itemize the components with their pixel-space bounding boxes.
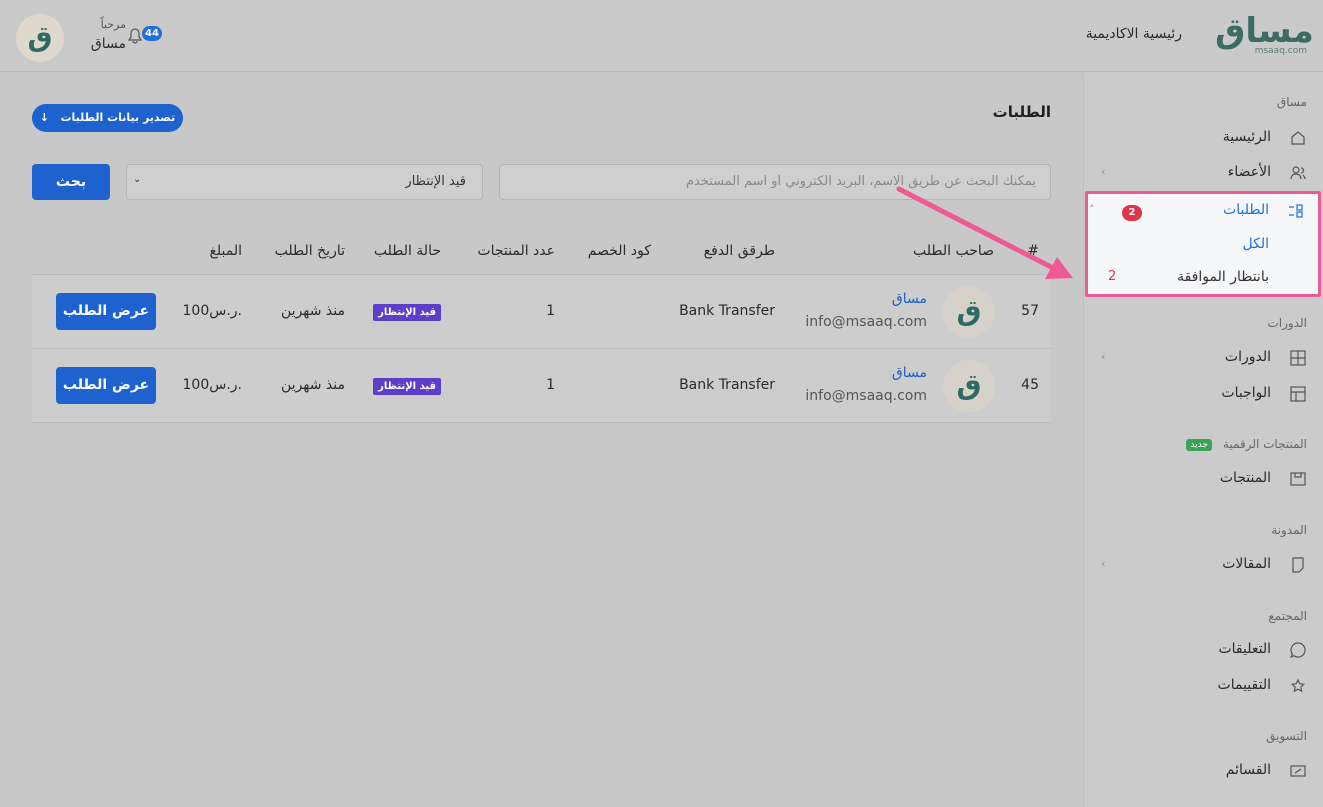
- sidebar-item-comments[interactable]: التعليقات: [1097, 636, 1307, 666]
- coupon-icon: [1289, 763, 1307, 781]
- list-icon: [1287, 203, 1305, 221]
- order-date: منذ شهرين: [281, 377, 345, 393]
- avatar[interactable]: ق: [16, 14, 64, 62]
- customer-name-link[interactable]: مساق: [892, 291, 927, 307]
- search-button[interactable]: بحث: [32, 164, 110, 200]
- status-select-value: قيد الإنتظار: [405, 174, 466, 189]
- customer-email: info@msaaq.com: [805, 388, 927, 404]
- sidebar-item-label: الواجبات: [1221, 385, 1271, 401]
- column-header-coupon: كود الخصم: [587, 243, 651, 259]
- column-header-amount: المبلغ: [209, 243, 242, 259]
- bell-icon: [127, 28, 143, 48]
- box-icon: [1289, 471, 1307, 489]
- orders-menu-highlight: الطلبات ˄ 2 الكل بانتظار الموافقة 2: [1085, 191, 1321, 297]
- users-icon: [1289, 165, 1307, 183]
- sidebar-item-coupons[interactable]: القسائم: [1097, 757, 1307, 787]
- status-badge: قيد الإنتظار: [373, 304, 441, 321]
- section-title-blog: المدونة: [1271, 523, 1307, 537]
- top-header: مساق msaaq.com رئيسية الاكاديمية ق مرحبا…: [0, 0, 1323, 72]
- table-row: 45 ق مساق info@msaaq.com Bank Transfer 1…: [32, 348, 1051, 422]
- column-header-payment: طرقق الدفع: [703, 243, 775, 259]
- sidebar-item-label: الرئيسية: [1222, 129, 1271, 145]
- status-badge: قيد الإنتظار: [373, 378, 441, 395]
- sidebar-subitem-pending[interactable]: بانتظار الموافقة: [1177, 269, 1269, 285]
- sidebar-item-orders[interactable]: الطلبات ˄ 2: [1089, 197, 1305, 227]
- column-header-products: عدد المنتجات: [477, 243, 555, 259]
- status-select[interactable]: قيد الإنتظار ⌄: [126, 164, 483, 200]
- customer-email: info@msaaq.com: [805, 314, 927, 330]
- view-order-button[interactable]: عرض الطلب: [56, 293, 156, 330]
- bookmark-icon: [1289, 557, 1307, 575]
- view-order-button[interactable]: عرض الطلب: [56, 367, 156, 404]
- payment-method: Bank Transfer: [679, 303, 775, 319]
- user-menu[interactable]: ق مرحباً مساق 44: [16, 14, 162, 62]
- sidebar-item-assignments[interactable]: الواجبات: [1097, 380, 1307, 410]
- sidebar-subitem-all[interactable]: الكل: [1243, 236, 1270, 252]
- chat-icon: [1289, 642, 1307, 660]
- avatar: ق: [943, 360, 995, 412]
- sidebar-item-members[interactable]: الأعضاء ‹: [1097, 159, 1307, 189]
- home-icon: [1289, 130, 1307, 148]
- rating-icon: [1289, 678, 1307, 696]
- section-title-courses: الدورات: [1267, 316, 1307, 330]
- sidebar-item-label: الدورات: [1224, 349, 1271, 365]
- table-divider: [32, 422, 1051, 423]
- products-count: 1: [546, 303, 555, 319]
- sidebar-item-products[interactable]: المنتجات: [1097, 465, 1307, 495]
- order-amount: 100ر.س.: [182, 377, 243, 393]
- chevron-left-icon: ‹: [1101, 165, 1106, 178]
- export-orders-button[interactable]: ↓ تصدير بيانات الطلبات: [32, 104, 183, 132]
- sidebar-item-label: التعليقات: [1218, 641, 1271, 657]
- grid-icon: [1289, 350, 1307, 368]
- order-id: 45: [1021, 377, 1039, 393]
- export-label: تصدير بيانات الطلبات: [60, 111, 176, 124]
- sidebar-item-label: المنتجات: [1219, 470, 1271, 486]
- sidebar-item-label: القسائم: [1225, 762, 1271, 778]
- section-title-digital-products: المنتجات الرقمية: [1222, 437, 1307, 451]
- sidebar-item-label: الأعضاء: [1227, 164, 1271, 180]
- chevron-left-icon: ‹: [1101, 557, 1106, 570]
- column-header-date: تاريخ الطلب: [274, 243, 345, 259]
- products-count: 1: [546, 377, 555, 393]
- payment-method: Bank Transfer: [679, 377, 775, 393]
- logo-text: مساق: [1215, 11, 1314, 51]
- notification-count-badge: 44: [142, 26, 162, 41]
- sidebar-item-home[interactable]: الرئيسية: [1097, 124, 1307, 154]
- chevron-up-icon: ˄: [1089, 203, 1095, 216]
- orders-count-badge: 2: [1122, 205, 1142, 221]
- avatar: ق: [943, 286, 995, 338]
- order-amount: 100ر.س.: [182, 303, 243, 319]
- annotation-arrow-icon: [896, 186, 1073, 279]
- academy-home-link[interactable]: رئيسية الاكاديمية: [1086, 26, 1182, 42]
- pending-count: 2: [1108, 269, 1117, 284]
- new-badge: جديد: [1186, 439, 1212, 451]
- user-name: مساق: [90, 36, 126, 52]
- notifications-button[interactable]: 44: [126, 24, 162, 54]
- page-title: الطلبات: [992, 103, 1051, 121]
- download-icon: ↓: [39, 111, 49, 124]
- section-title-msaaq: مساق: [1276, 95, 1307, 109]
- sidebar-item-label: المقالات: [1222, 556, 1271, 572]
- chevron-left-icon: ‹: [1101, 350, 1106, 363]
- section-title-community: المجتمع: [1268, 609, 1307, 623]
- customer-name-link[interactable]: مساق: [892, 365, 927, 381]
- chevron-down-icon: ⌄: [133, 174, 142, 185]
- layout-icon: [1289, 386, 1307, 404]
- order-date: منذ شهرين: [281, 303, 345, 319]
- sidebar-item-label: الطلبات: [1223, 202, 1269, 218]
- sidebar-item-articles[interactable]: المقالات ‹: [1097, 551, 1307, 581]
- section-title-marketing: التسويق: [1266, 729, 1307, 743]
- greeting-text: مرحباً: [100, 18, 126, 31]
- brand-logo[interactable]: مساق msaaq.com: [1215, 11, 1314, 60]
- order-id: 57: [1021, 303, 1039, 319]
- column-header-status: حالة الطلب: [373, 243, 441, 259]
- sidebar-item-label: التقييمات: [1217, 677, 1271, 693]
- sidebar-item-ratings[interactable]: التقييمات: [1097, 672, 1307, 702]
- sidebar: مساق الرئيسية الأعضاء ‹ الطلبات ˄ 2 الكل…: [1083, 73, 1323, 807]
- table-row: 57 ق مساق info@msaaq.com Bank Transfer 1…: [32, 274, 1051, 348]
- sidebar-item-courses[interactable]: الدورات ‹: [1097, 344, 1307, 374]
